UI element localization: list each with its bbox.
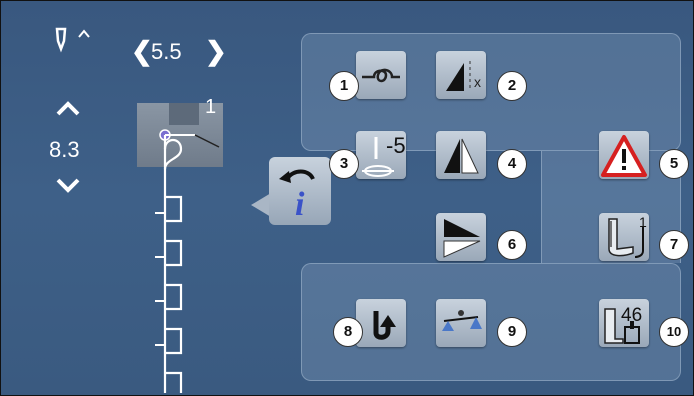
long-stitch-button[interactable]: -5	[356, 131, 406, 179]
reverse-sewing-icon	[373, 311, 396, 340]
needle-stop-value: 46	[621, 305, 642, 326]
callout-number: 1	[329, 71, 359, 101]
info-icon: i	[295, 186, 305, 223]
pattern-end-button[interactable]	[436, 213, 486, 261]
balance-icon	[442, 310, 482, 331]
callout-number: 6	[497, 230, 527, 260]
callout-number: 9	[497, 317, 527, 347]
presser-foot-indicator-icon: 1	[608, 214, 647, 258]
callout-number: 4	[497, 149, 527, 179]
needle-position-value: 5.5	[151, 39, 182, 64]
pattern-repeat-button[interactable]: x	[436, 51, 486, 99]
stitch-line	[163, 135, 183, 393]
presser-foot-indicator-button[interactable]: 1	[599, 213, 649, 261]
needle-stop-button[interactable]: 46	[599, 299, 649, 347]
long-stitch-value: -5	[386, 133, 406, 158]
stitch-length-up-icon[interactable]	[55, 101, 81, 117]
stitch-length-value: 8.3	[49, 137, 80, 162]
warning-icon	[601, 135, 647, 177]
callout-number: 5	[659, 149, 689, 179]
callout-number: 3	[329, 149, 359, 179]
balance-button[interactable]	[436, 299, 486, 347]
pattern-end-icon	[443, 219, 481, 258]
mirror-image-button[interactable]	[436, 131, 486, 179]
sewing-screen: ❮ 5.5 ❯ 8.3 1 i x -5 1 46 1 2 3 4 5 6 7 …	[0, 0, 694, 396]
stitch-preview: 1	[137, 96, 223, 393]
presser-foot-number: 1	[639, 214, 647, 230]
stitch-number: 1	[205, 96, 216, 118]
callout-number: 10	[659, 317, 689, 347]
callout-number: 7	[659, 230, 689, 260]
reverse-sewing-button[interactable]	[356, 299, 406, 347]
needle-decrease-button[interactable]: ❮	[131, 37, 153, 65]
info-button[interactable]: i	[269, 157, 331, 225]
warning-button[interactable]	[599, 131, 649, 179]
needle-increase-button[interactable]: ❯	[205, 37, 227, 65]
stitch-length-down-icon[interactable]	[55, 177, 81, 193]
needle-stop-icon: 46	[604, 305, 642, 344]
securing-knot-icon	[362, 68, 400, 83]
long-stitch-icon: -5	[362, 133, 406, 177]
info-pointer	[251, 193, 271, 217]
callout-number: 2	[497, 71, 527, 101]
callout-number: 8	[333, 317, 363, 347]
pattern-repeat-icon: x	[446, 61, 481, 91]
svg-text:x: x	[474, 74, 481, 90]
securing-button[interactable]	[356, 51, 406, 99]
mirror-image-icon	[444, 138, 479, 174]
needle-position-icon[interactable]	[53, 27, 103, 53]
